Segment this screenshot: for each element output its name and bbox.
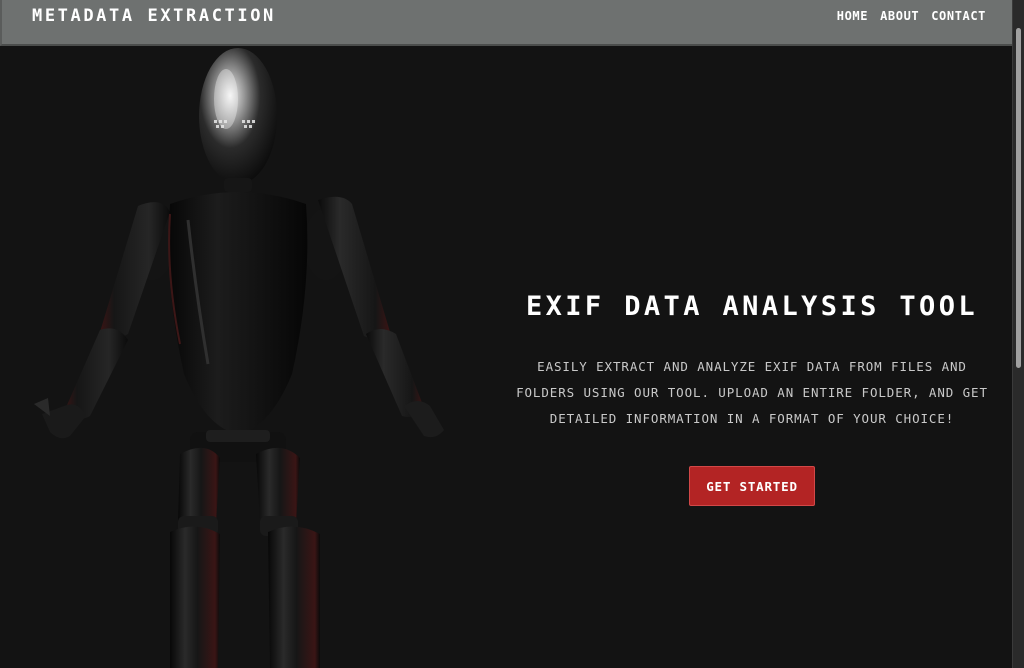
site-brand[interactable]: METADATA EXTRACTION — [32, 6, 276, 26]
nav-links: HOME ABOUT CONTACT — [837, 9, 986, 23]
scrollbar-thumb[interactable] — [1016, 28, 1021, 368]
page: METADATA EXTRACTION HOME ABOUT CONTACT E… — [0, 0, 1024, 668]
hero-title: EXIF DATA ANALYSIS TOOL — [525, 291, 979, 322]
vertical-scrollbar[interactable] — [1012, 0, 1024, 668]
nav-about-link[interactable]: ABOUT — [880, 9, 919, 23]
hero-description: EASILY EXTRACT AND ANALYZE EXIF DATA FRO… — [516, 359, 988, 426]
get-started-button[interactable]: GET STARTED — [689, 466, 815, 506]
nav-home-link[interactable]: HOME — [837, 9, 868, 23]
nav-contact-link[interactable]: CONTACT — [931, 9, 986, 23]
top-navbar: METADATA EXTRACTION HOME ABOUT CONTACT — [0, 0, 1012, 46]
hero-section: EXIF DATA ANALYSIS TOOL EASILY EXTRACT A… — [500, 290, 1004, 506]
robot-illustration — [34, 48, 444, 668]
